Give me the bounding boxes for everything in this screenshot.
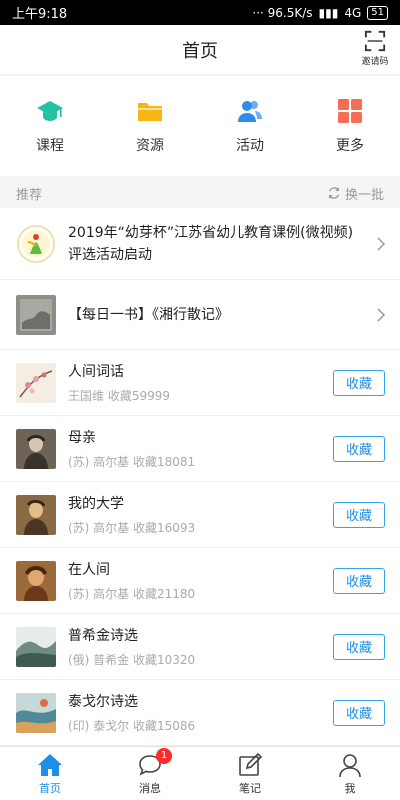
favorite-button[interactable]: 收藏: [333, 567, 385, 594]
folder-icon: [138, 103, 162, 121]
book-item[interactable]: 普希金诗选 (俄) 普希金 收藏10320 收藏: [0, 614, 400, 680]
tab-label: 消息: [139, 781, 161, 795]
recommend-header: 推荐 换一批: [0, 178, 400, 208]
tab-home[interactable]: 首页: [10, 752, 90, 796]
invite-code-button[interactable]: 邀请码: [360, 30, 390, 70]
bottom-nav: 首页 1 消息 笔记 我: [0, 746, 400, 800]
contest-logo-icon: [17, 224, 55, 263]
status-indicators: ··· 96.5K/s ▮▮▮ 4G 51: [252, 5, 388, 20]
promo-title: 2019年“幼芽杯”江苏省幼儿教育课例(微视频)评选活动启动: [68, 224, 354, 263]
favorite-button[interactable]: 收藏: [333, 501, 385, 528]
category-label: 课程: [36, 138, 64, 154]
favorite-button[interactable]: 收藏: [333, 633, 385, 660]
home-icon: [38, 753, 62, 776]
favorite-button[interactable]: 收藏: [333, 369, 385, 396]
category-resource[interactable]: 资源: [110, 97, 190, 155]
category-label: 更多: [336, 138, 364, 154]
book-cover-icon: [16, 428, 56, 469]
category-more[interactable]: 更多: [310, 97, 390, 155]
grid-icon: [338, 99, 362, 123]
book-cover-icon: [16, 294, 56, 335]
tab-label: 首页: [39, 781, 61, 795]
tab-notes[interactable]: 笔记: [210, 752, 290, 796]
category-label: 活动: [236, 138, 264, 154]
promo-item[interactable]: 【每日一书】《湘行散记》: [0, 280, 400, 350]
recommend-list: 2019年“幼芽杯”江苏省幼儿教育课例(微视频)评选活动启动 【每日一书】《湘行…: [0, 208, 400, 746]
category-label: 资源: [136, 138, 164, 154]
scan-icon: [364, 30, 386, 52]
refresh-icon: [328, 187, 340, 199]
chevron-right-icon: [377, 236, 386, 251]
favorite-button[interactable]: 收藏: [333, 699, 385, 726]
profile-icon: [339, 753, 361, 777]
network-speed: ··· 96.5K/s: [252, 5, 313, 20]
refresh-label: 换一批: [344, 187, 384, 203]
book-item[interactable]: 我的大学 (苏) 高尔基 收藏16093 收藏: [0, 482, 400, 548]
book-cover-icon: [16, 362, 56, 403]
app-header: 首页 邀请码: [0, 25, 400, 75]
tab-label: 我: [344, 781, 356, 795]
promo-item[interactable]: 2019年“幼芽杯”江苏省幼儿教育课例(微视频)评选活动启动: [0, 208, 400, 280]
category-course[interactable]: 课程: [10, 97, 90, 155]
favorite-button[interactable]: 收藏: [333, 435, 385, 462]
book-item[interactable]: 人间词话 王国维 收藏59999 收藏: [0, 350, 400, 416]
battery-icon: 51: [367, 5, 388, 20]
book-cover-icon: [16, 494, 56, 535]
note-icon: [239, 752, 263, 776]
book-cover-icon: [16, 560, 56, 601]
signal-type: 4G: [344, 5, 362, 20]
graduation-cap-icon: [37, 101, 63, 121]
tab-profile[interactable]: 我: [310, 752, 390, 796]
book-item[interactable]: 在人间 (苏) 高尔基 收藏21180 收藏: [0, 548, 400, 614]
chevron-right-icon: [377, 307, 386, 322]
category-nav: 课程 资源 活动 更多: [0, 76, 400, 176]
book-item[interactable]: 泰戈尔诗选 (印) 泰戈尔 收藏15086 收藏: [0, 680, 400, 746]
section-title: 推荐: [16, 187, 43, 203]
tab-messages[interactable]: 1 消息: [110, 747, 190, 796]
book-item[interactable]: 母亲 (苏) 高尔基 收藏18081 收藏: [0, 416, 400, 482]
tab-label: 笔记: [239, 781, 261, 795]
unread-badge: 1: [156, 747, 172, 764]
book-cover-icon: [16, 626, 56, 667]
invite-code-label: 邀请码: [361, 57, 389, 67]
page-title: 首页: [182, 40, 218, 62]
refresh-button[interactable]: 换一批: [327, 184, 384, 203]
promo-title: 【每日一书】《湘行散记》: [68, 306, 229, 323]
book-cover-icon: [16, 692, 56, 733]
category-activity[interactable]: 活动: [210, 97, 290, 155]
status-time: 上午9:18: [12, 7, 68, 22]
signal-icon: ▮▮▮: [318, 5, 339, 20]
status-bar: 上午9:18 ··· 96.5K/s ▮▮▮ 4G 51: [0, 0, 400, 25]
users-icon: [238, 101, 262, 122]
